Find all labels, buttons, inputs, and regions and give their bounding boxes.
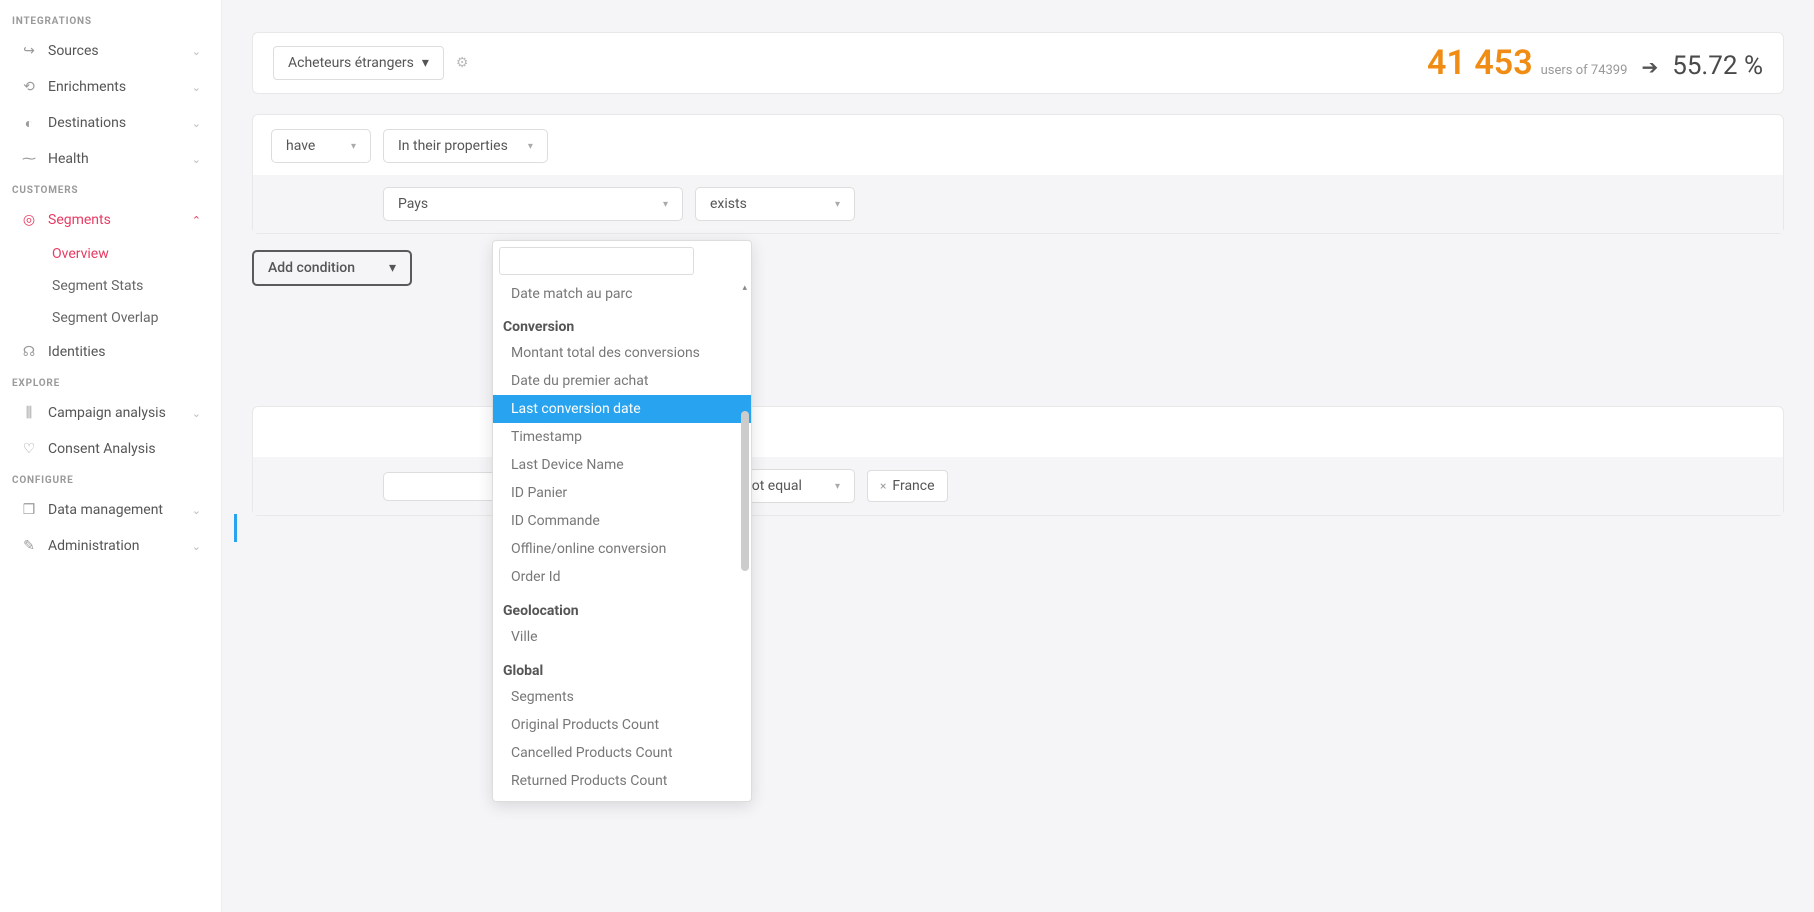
sidebar-sub-overview[interactable]: Overview (52, 238, 211, 270)
chevron-down-icon: ⌄ (192, 117, 201, 130)
shield-icon: ♡ (20, 440, 38, 458)
percent-value: 55.72 % (1672, 51, 1763, 81)
wrench-icon: ✎ (20, 537, 38, 555)
segment-selector[interactable]: Acheteurs étrangers ▾ (273, 46, 444, 80)
segment-header: Acheteurs étrangers ▾ ⚙ 41 453 users of … (252, 32, 1784, 94)
dropdown-item[interactable]: ID Panier (493, 479, 751, 507)
caret-down-icon: ▾ (351, 141, 356, 152)
pulse-icon: ⁓ (20, 150, 38, 168)
chevron-down-icon: ⌄ (192, 45, 201, 58)
dropdown-item[interactable]: Date du premier achat (493, 367, 751, 395)
caret-down-icon: ▾ (389, 260, 396, 276)
have-select[interactable]: have▾ (271, 129, 371, 163)
chevron-down-icon: ⌄ (192, 540, 201, 553)
sidebar-item-segments[interactable]: ◎Segments ⌃ (10, 202, 211, 238)
dropdown-item[interactable]: Cancelled Products Count (493, 739, 751, 767)
sidebar-item-enrichments[interactable]: ⟲Enrichments ⌄ (10, 69, 211, 105)
condition-dropdown: ▴ Date match au parc Conversion Montant … (492, 240, 752, 802)
condition-block-2: ▴ does not equal▾ ×France (252, 406, 1784, 516)
operator-select[interactable]: exists▾ (695, 187, 855, 221)
arrow-right-icon: ➔ (1641, 55, 1658, 79)
add-condition-button[interactable]: Add condition▾ (252, 250, 412, 286)
dropdown-item[interactable]: Returned Products Count (493, 767, 751, 795)
caret-down-icon: ▾ (835, 199, 840, 210)
value-tag-france[interactable]: ×France (867, 470, 948, 502)
globe-icon: ◐ (20, 114, 38, 132)
scope-select[interactable]: In their properties▾ (383, 129, 548, 163)
section-explore: EXPLORE (10, 378, 211, 389)
caret-down-icon: ▾ (422, 55, 429, 71)
sidebar-sub-segment-overlap[interactable]: Segment Overlap (52, 302, 211, 334)
dropdown-item[interactable]: Timestamp (493, 423, 751, 451)
dropdown-scrollbar[interactable] (741, 411, 749, 571)
dropdown-item[interactable]: Offline/online conversion (493, 535, 751, 563)
sidebar-item-consent-analysis[interactable]: ♡Consent Analysis (10, 431, 211, 467)
sidebar-item-destinations[interactable]: ◐Destinations ⌄ (10, 105, 211, 141)
dropdown-group-geolocation: Geolocation (493, 591, 751, 623)
caret-down-icon: ▾ (663, 199, 668, 210)
dropdown-item[interactable]: Original Products Count (493, 711, 751, 739)
active-marker (234, 514, 237, 542)
users-of-label: users of 74399 (1541, 63, 1628, 78)
remove-tag-icon[interactable]: × (880, 479, 886, 493)
sidebar-item-data-management[interactable]: ❒Data management ⌄ (10, 492, 211, 528)
dropdown-item[interactable]: Order Id (493, 563, 751, 591)
target-icon: ◎ (20, 211, 38, 229)
gear-icon[interactable]: ⚙ (456, 55, 469, 71)
layers-icon: ❒ (20, 501, 38, 519)
fingerprint-icon: ☊ (20, 343, 38, 361)
dropdown-group-conversion: Conversion (493, 307, 751, 339)
scroll-up-arrow-icon[interactable]: ▴ (742, 283, 747, 293)
caret-down-icon: ▾ (835, 481, 840, 492)
sidebar-item-health[interactable]: ⁓Health ⌄ (10, 141, 211, 177)
dropdown-search-input[interactable] (499, 247, 694, 275)
chevron-down-icon: ⌄ (192, 407, 201, 420)
sidebar: INTEGRATIONS ↪Sources ⌄ ⟲Enrichments ⌄ ◐… (0, 0, 222, 912)
refresh-icon: ⟲ (20, 78, 38, 96)
dropdown-item-highlighted[interactable]: Last conversion date (493, 395, 751, 423)
dropdown-item[interactable]: ID Commande (493, 507, 751, 535)
sidebar-item-administration[interactable]: ✎Administration ⌄ (10, 528, 211, 564)
section-customers: CUSTOMERS (10, 185, 211, 196)
chevron-down-icon: ⌄ (192, 504, 201, 517)
property-select[interactable]: Pays▾ (383, 187, 683, 221)
dropdown-item[interactable]: Segments (493, 683, 751, 711)
sidebar-item-campaign-analysis[interactable]: ⫼Campaign analysis ⌄ (10, 395, 211, 431)
chevron-down-icon: ⌄ (192, 153, 201, 166)
sidebar-sub-segment-stats[interactable]: Segment Stats (52, 270, 211, 302)
chevron-down-icon: ⌄ (192, 81, 201, 94)
dropdown-item[interactable]: Last Device Name (493, 451, 751, 479)
dropdown-item[interactable]: Exchanged Products Count (493, 795, 751, 801)
dropdown-item[interactable]: Montant total des conversions (493, 339, 751, 367)
dropdown-group-global: Global (493, 651, 751, 683)
exit-icon: ↪ (20, 42, 38, 60)
caret-down-icon: ▾ (528, 141, 533, 152)
bars-icon: ⫼ (20, 404, 38, 422)
dropdown-item[interactable]: Date match au parc (493, 281, 751, 307)
condition-block-1: have▾ In their properties▾ Pays▾ exists▾ (252, 114, 1784, 234)
section-integrations: INTEGRATIONS (10, 16, 211, 27)
sidebar-item-identities[interactable]: ☊Identities (10, 334, 211, 370)
chevron-up-icon: ⌃ (192, 214, 201, 227)
dropdown-item[interactable]: Ville (493, 623, 751, 651)
user-count: 41 453 (1427, 43, 1533, 83)
section-configure: CONFIGURE (10, 475, 211, 486)
sidebar-item-sources[interactable]: ↪Sources ⌄ (10, 33, 211, 69)
